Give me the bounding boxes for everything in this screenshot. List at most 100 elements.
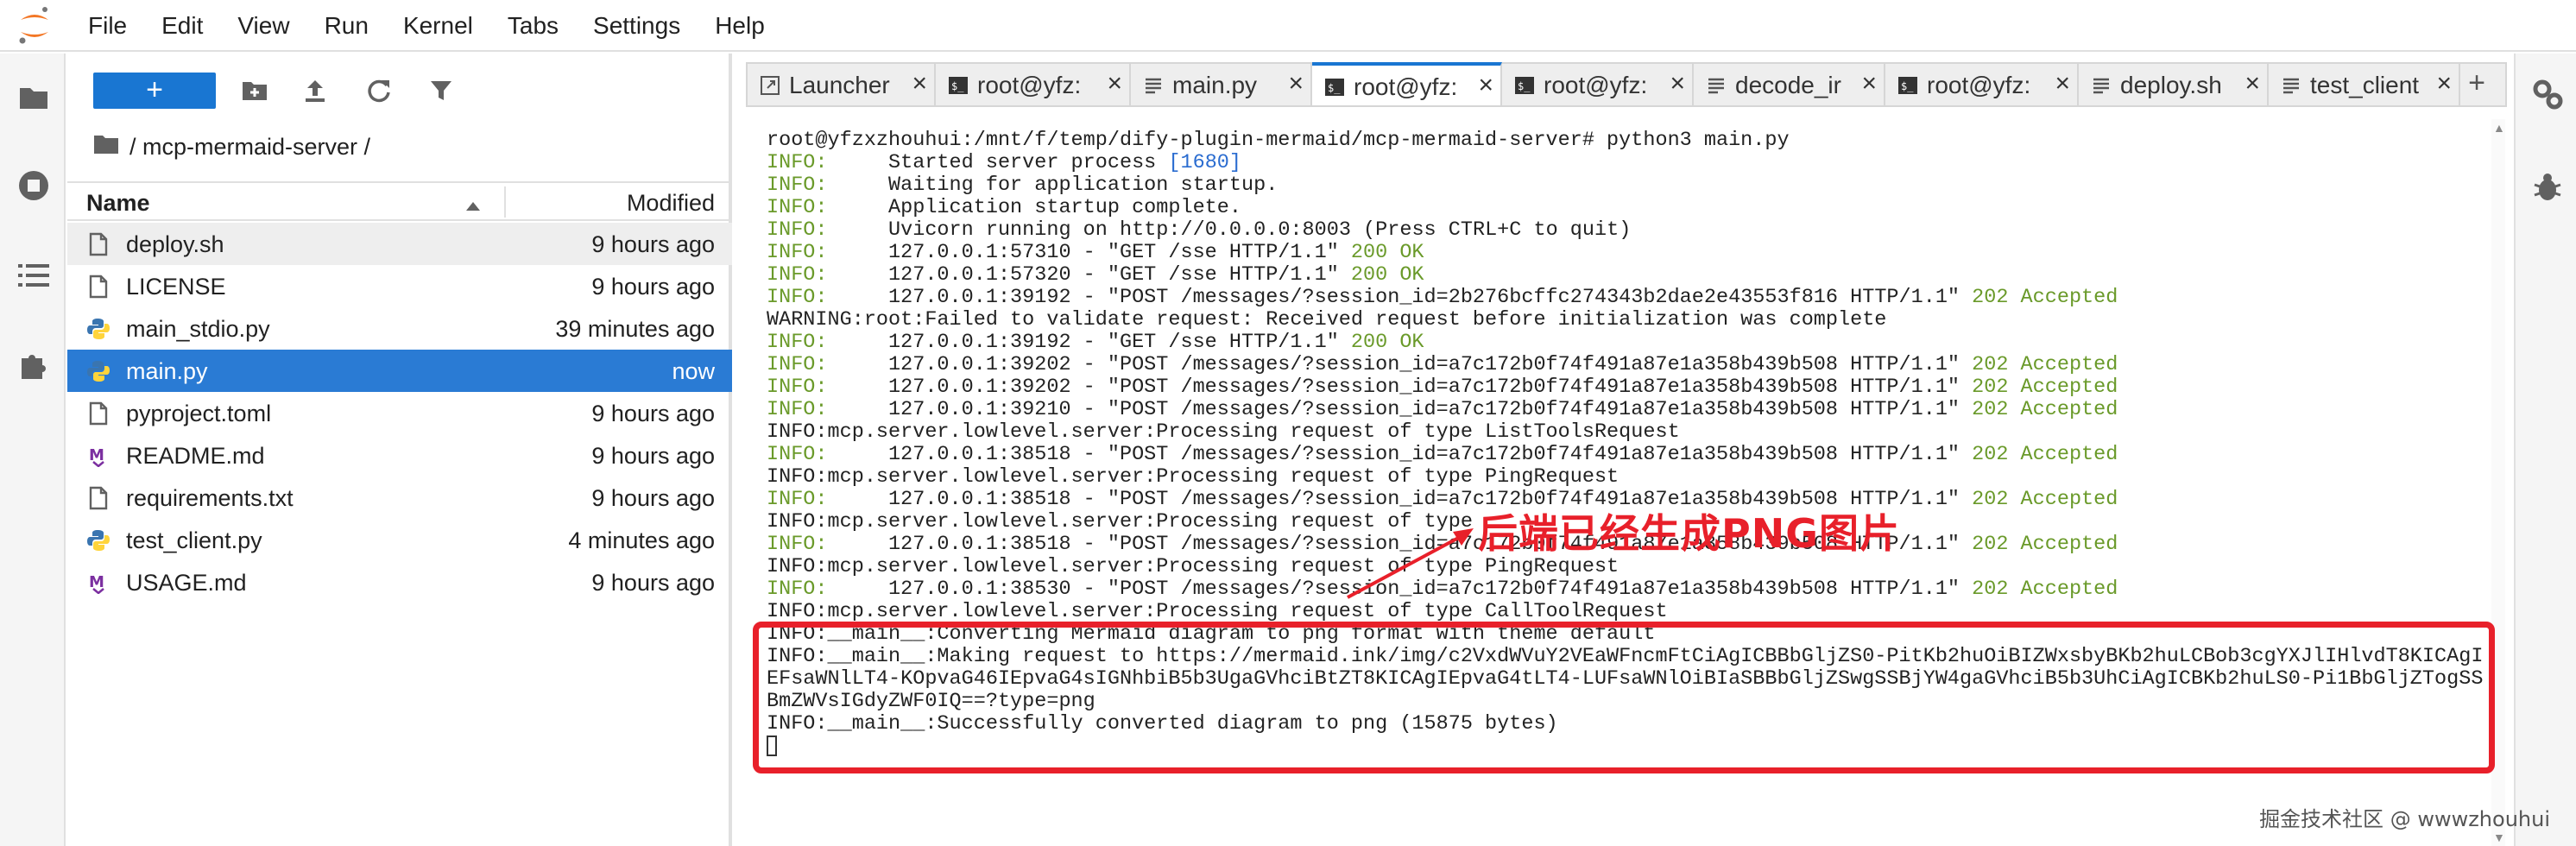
menu-bar: File Edit View Run Kernel Tabs Settings Help: [0, 0, 2576, 52]
add-tab-button[interactable]: +: [2460, 64, 2493, 105]
terminal-line: INFO: 127.0.0.1:57310 - "GET /sse HTTP/1…: [767, 242, 2483, 264]
terminal-line: INFO: 127.0.0.1:57320 - "GET /sse HTTP/1…: [767, 264, 2483, 287]
menu-kernel[interactable]: Kernel: [386, 0, 490, 51]
filter-icon[interactable]: [426, 76, 456, 105]
scroll-down-icon[interactable]: ▼: [2493, 830, 2505, 844]
close-icon[interactable]: ×: [2436, 69, 2452, 98]
breadcrumb-folder-icon[interactable]: [93, 134, 119, 161]
file-icon: [86, 485, 110, 511]
terminal-segment: INFO:: [767, 151, 828, 174]
property-inspector-gears-icon[interactable]: [2531, 78, 2564, 110]
svg-text:$_: $_: [951, 80, 964, 92]
terminal-segment: [1680]: [1168, 151, 1242, 174]
terminal-line: INFO:mcp.server.lowlevel.server:Processi…: [767, 421, 2483, 444]
red-highlight-box: [753, 622, 2495, 773]
menu-run[interactable]: Run: [307, 0, 386, 51]
file-row[interactable]: LICENSE 9 hours ago: [67, 265, 732, 307]
file-browser-panel: + / mcp-mermaid-server / Name Modified d…: [67, 54, 732, 846]
menu-file[interactable]: File: [71, 0, 144, 51]
modified-column-header[interactable]: Modified: [627, 190, 715, 217]
text-file-icon: [2091, 74, 2112, 95]
tab-launcher[interactable]: Launcher ×: [748, 64, 936, 105]
folder-icon[interactable]: [16, 79, 52, 116]
file-list: deploy.sh 9 hours ago LICENSE 9 hours ago ma…: [67, 223, 732, 603]
tab-label: deploy.sh: [2120, 72, 2222, 98]
tab-deploy-sh[interactable]: deploy.sh ×: [2079, 64, 2269, 105]
file-modified: 9 hours ago: [591, 485, 715, 511]
close-icon[interactable]: ×: [912, 69, 927, 98]
tab-label: test_client: [2310, 72, 2420, 98]
terminal-segment: WARNING:root:Failed to validate request:…: [767, 308, 1887, 331]
file-name: test_client.py: [126, 527, 262, 553]
menu-settings[interactable]: Settings: [576, 0, 698, 51]
terminal-icon: $_: [948, 74, 969, 95]
tab-root-yfz[interactable]: $_ root@yfz: ×: [1885, 64, 2079, 105]
upload-icon[interactable]: [300, 76, 330, 105]
file-row[interactable]: deploy.sh 9 hours ago: [67, 223, 732, 265]
file-row[interactable]: pyproject.toml 9 hours ago: [67, 392, 732, 434]
menu-tabs[interactable]: Tabs: [490, 0, 576, 51]
terminal-line: INFO:mcp.server.lowlevel.server:Processi…: [767, 466, 2483, 489]
refresh-icon[interactable]: [364, 76, 394, 105]
terminal-segment: 200 OK: [1350, 331, 1424, 354]
debugger-bug-icon[interactable]: [2531, 171, 2564, 204]
tab-root-yfz[interactable]: $_ root@yfz: ×: [1312, 62, 1502, 105]
menu-edit[interactable]: Edit: [144, 0, 220, 51]
terminal-line: INFO: 127.0.0.1:39202 - "POST /messages/…: [767, 376, 2483, 399]
annotation-text: 后端已经生成PNG图片: [1478, 510, 1900, 557]
menu-help[interactable]: Help: [698, 0, 782, 51]
tab-main-py[interactable]: main.py ×: [1131, 64, 1312, 105]
close-icon[interactable]: ×: [1288, 69, 1304, 98]
close-icon[interactable]: ×: [1107, 69, 1122, 98]
terminal-segment: 127.0.0.1:39210 - "POST /messages/?sessi…: [827, 398, 1973, 421]
file-row[interactable]: main_stdio.py 39 minutes ago: [67, 307, 732, 350]
scroll-up-icon[interactable]: ▲: [2493, 121, 2505, 135]
tab-label: decode_ir: [1735, 72, 1841, 98]
terminal-line: INFO: 127.0.0.1:38530 - "POST /messages/…: [767, 578, 2483, 601]
terminal-segment: INFO:: [767, 376, 828, 399]
terminal-segment: 127.0.0.1:57320 - "GET /sse HTTP/1.1": [827, 263, 1351, 287]
close-icon[interactable]: ×: [2055, 69, 2070, 98]
table-of-contents-icon[interactable]: [16, 257, 52, 294]
close-icon[interactable]: ×: [1861, 69, 1877, 98]
file-name: requirements.txt: [126, 485, 294, 511]
tab-decode-ir[interactable]: decode_ir ×: [1694, 64, 1885, 105]
sort-ascending-icon[interactable]: [464, 192, 482, 218]
file-row[interactable]: requirements.txt 9 hours ago: [67, 477, 732, 519]
terminal-segment: INFO:mcp.server.lowlevel.server:Processi…: [767, 465, 1619, 489]
file-row[interactable]: test_client.py 4 minutes ago: [67, 519, 732, 561]
file-list-header: Name Modified: [67, 181, 732, 221]
new-folder-icon[interactable]: [240, 76, 269, 105]
file-row[interactable]: main.py now: [67, 350, 732, 392]
file-modified: 4 minutes ago: [568, 527, 715, 553]
python-icon: [86, 316, 110, 342]
file-modified: 9 hours ago: [591, 231, 715, 257]
close-icon[interactable]: ×: [2245, 69, 2260, 98]
file-modified: 9 hours ago: [591, 401, 715, 426]
terminal-line: INFO: 127.0.0.1:39192 - "POST /messages/…: [767, 287, 2483, 309]
running-kernels-icon[interactable]: [16, 167, 52, 204]
terminal-segment: 202 Accepted: [1972, 286, 2118, 309]
tab-test-client[interactable]: test_client ×: [2269, 64, 2460, 105]
text-file-icon: [1706, 74, 1727, 95]
file-row[interactable]: M README.md 9 hours ago: [67, 434, 732, 477]
close-icon[interactable]: ×: [1670, 69, 1685, 98]
close-icon[interactable]: ×: [1478, 71, 1493, 100]
extensions-puzzle-icon[interactable]: [16, 347, 52, 383]
terminal-segment: 202 Accepted: [1972, 533, 2118, 556]
tab-root-yfz[interactable]: $_ root@yfz: ×: [1502, 64, 1694, 105]
name-column-header[interactable]: Name: [86, 190, 150, 217]
column-divider[interactable]: [504, 186, 506, 218]
tab-root-yfz[interactable]: $_ root@yfz: ×: [936, 64, 1131, 105]
jupyter-logo-icon: [0, 0, 71, 51]
breadcrumb-path[interactable]: / mcp-mermaid-server /: [129, 134, 370, 161]
file-name: USAGE.md: [126, 570, 247, 596]
terminal-segment: 127.0.0.1:39192 - "POST /messages/?sessi…: [827, 286, 1973, 309]
terminal-icon: $_: [1897, 74, 1918, 95]
file-browser-toolbar: +: [67, 71, 732, 110]
new-launcher-button[interactable]: +: [93, 73, 216, 109]
terminal-segment: 127.0.0.1:57310 - "GET /sse HTTP/1.1": [827, 241, 1351, 264]
launcher-icon: [760, 74, 780, 95]
menu-view[interactable]: View: [220, 0, 306, 51]
file-row[interactable]: M USAGE.md 9 hours ago: [67, 561, 732, 603]
